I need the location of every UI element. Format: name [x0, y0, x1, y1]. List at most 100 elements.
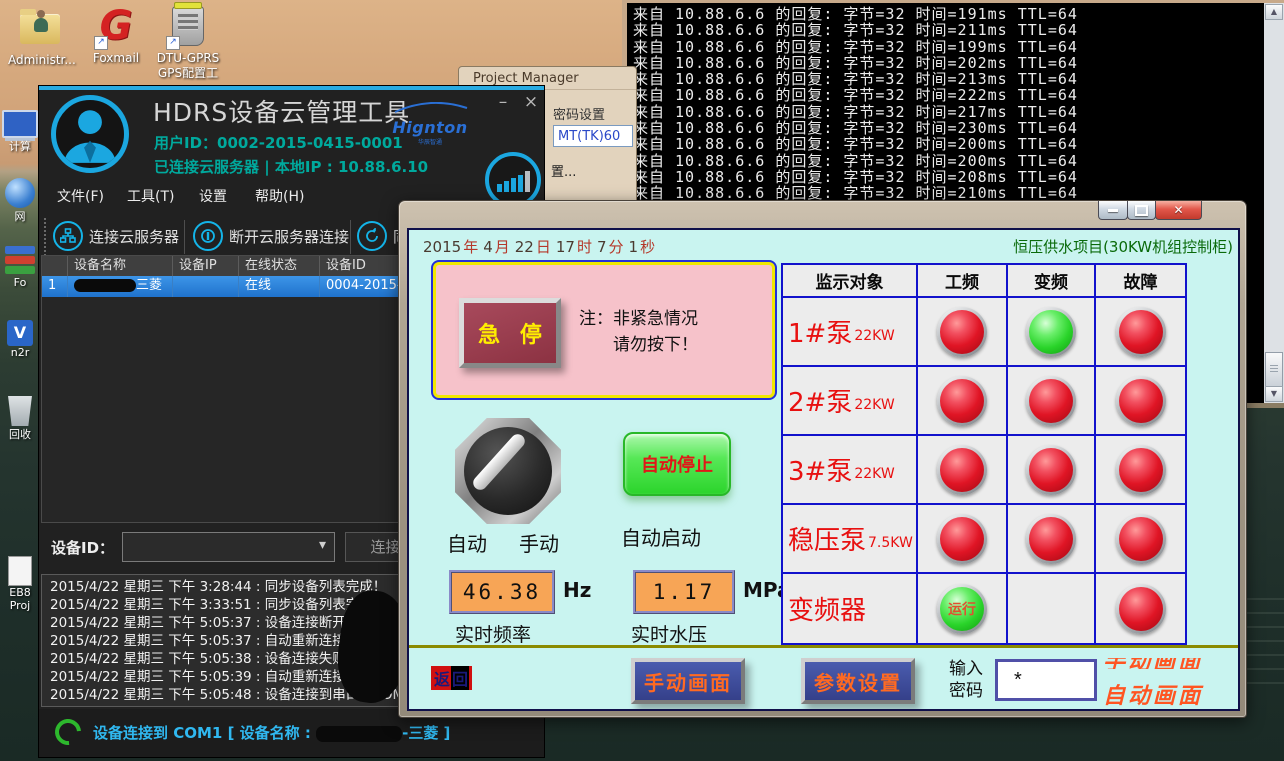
light-label: 运行 [937, 584, 987, 634]
datetime-unit: 月 [495, 238, 510, 256]
monitor-table: 监示对象工频变频故障1#泵22KW2#泵22KW3#泵22KW稳压泵7.5KW变… [781, 263, 1187, 645]
ping-line: 来自 10.88.6.6 的回复: 字节=32 时间=199ms TTL=64 [633, 39, 1078, 55]
scroll-thumb[interactable] [1265, 352, 1283, 388]
desktop-icon-network[interactable]: 网 [2, 178, 38, 224]
monitor-col-header: 故障 [1096, 265, 1185, 298]
disconnect-cloud-button[interactable]: 断开云服务器连接 [193, 217, 349, 255]
menu-tools[interactable]: 工具(T) [127, 186, 174, 206]
console-scrollbar[interactable]: ▲ ▼ [1264, 3, 1284, 403]
ping-line: 来自 10.88.6.6 的回复: 字节=32 时间=200ms TTL=64 [633, 136, 1078, 152]
scroll-up-button[interactable]: ▲ [1265, 4, 1283, 20]
menu-file[interactable]: 文件(F) [57, 186, 104, 206]
desktop-icon-eb8-project[interactable]: EB8 Proj [2, 556, 38, 612]
network-nodes-icon [53, 221, 83, 251]
indicator-cell [1096, 298, 1185, 367]
menu-settings[interactable]: 设置 [199, 186, 227, 206]
desktop-icon-dtu-gprs[interactable]: ↗ DTU-GPRS GPS配置工 [156, 4, 220, 80]
indicator-light-red [937, 445, 987, 495]
indicator-light-red [937, 514, 987, 564]
close-button[interactable]: × [519, 92, 543, 112]
app-title: HDRS设备云管理工具 [153, 93, 410, 129]
pump-row-label: 变频器 [783, 574, 918, 643]
icon-label: DTU-GPRS [156, 52, 220, 65]
indicator-cell [1008, 505, 1096, 574]
parameter-settings-button[interactable]: 参数设置 [801, 658, 915, 704]
ping-line: 来自 10.88.6.6 的回复: 字节=32 时间=200ms TTL=64 [633, 153, 1078, 169]
person-icon [56, 100, 124, 168]
pump-row-label: 1#泵22KW [783, 298, 918, 367]
indicator-light-red [1116, 445, 1166, 495]
desktop-icon-administrator[interactable]: Administr... [8, 6, 72, 67]
connection-spinner-icon [50, 714, 87, 751]
recycle-bin-icon [7, 396, 33, 426]
hmi-close-button[interactable]: ✕ [1155, 201, 1202, 220]
desktop-icon-vmware[interactable]: V n2r [2, 320, 38, 359]
ping-line: 来自 10.88.6.6 的回复: 字节=32 时间=217ms TTL=64 [633, 104, 1078, 120]
indicator-cell [918, 367, 1008, 436]
indicator-cell [918, 505, 1008, 574]
redaction-blob [316, 726, 402, 742]
pressure-display: 1.17 [633, 570, 735, 614]
indicator-light-red [1026, 376, 1076, 426]
ping-line: 来自 10.88.6.6 的回复: 字节=32 时间=202ms TTL=64 [633, 55, 1078, 71]
icon-label-2: GPS配置工 [156, 67, 220, 80]
frequency-unit: Hz [563, 578, 591, 602]
scroll-down-button[interactable]: ▼ [1265, 386, 1283, 402]
minimize-button[interactable]: – [491, 92, 515, 112]
auto-manual-selector-knob[interactable] [455, 418, 561, 524]
ping-line: 来自 10.88.6.6 的回复: 字节=32 时间=213ms TTL=64 [633, 71, 1078, 87]
foxmail-icon: G↗ [92, 4, 140, 50]
selector-label-manual: 手动 [519, 528, 559, 557]
monitor-col-header: 变频 [1008, 265, 1096, 298]
device-id-label: 设备ID： [51, 537, 114, 558]
hmi-minimize-button[interactable] [1098, 201, 1128, 220]
indicator-light-red [1116, 514, 1166, 564]
datetime-unit: 秒 [640, 238, 655, 256]
pm-settings-label: 置... [551, 161, 576, 180]
indicator-light-green: 运行 [937, 584, 987, 634]
device-name-cell: 三菱 [67, 276, 172, 297]
auto-start-label: 自动启动 [621, 522, 701, 551]
hmi-window: ✕ 2015年4月22日17时7分1秒 恒压供水项目(30KW机组控制柜) 急 … [398, 200, 1247, 718]
frequency-label: 实时频率 [455, 620, 531, 647]
menu-help[interactable]: 帮助(H) [255, 186, 304, 206]
user-id-text: 用户ID：0002-2015-0415-0001 [154, 132, 403, 153]
indicator-cell [1096, 436, 1185, 505]
back-button[interactable]: 返回 [431, 666, 472, 690]
hmi-maximize-button[interactable] [1127, 201, 1156, 220]
desktop-icon-archive[interactable]: Fo [2, 246, 38, 289]
col-device-name: 设备名称 [67, 256, 172, 276]
password-input[interactable] [995, 659, 1097, 701]
auto-screen-label: 自动画面 [1103, 678, 1203, 710]
desktop-icon-recycle-bin[interactable]: 回收 [2, 396, 38, 442]
indicator-light-red [937, 376, 987, 426]
datetime-unit: 年 [463, 238, 478, 256]
datetime-unit: 分 [609, 238, 624, 256]
pm-device-field[interactable]: MT(TK)60 [553, 125, 633, 147]
datetime-display: 2015年4月22日17时7分1秒 [423, 236, 660, 257]
ping-line: 来自 10.88.6.6 的回复: 字节=32 时间=208ms TTL=64 [633, 169, 1078, 185]
toolbar-grip [44, 218, 46, 256]
connect-cloud-button[interactable]: 连接云服务器 [53, 217, 179, 255]
server-status-text: 已连接云服务器 | 本地IP : 10.88.6.10 [154, 156, 428, 177]
manual-screen-button[interactable]: 手动画面 [631, 658, 745, 704]
indicator-cell [1008, 367, 1096, 436]
datetime-number: 17 [556, 238, 575, 256]
desktop-icon-foxmail[interactable]: G↗ Foxmail [84, 4, 148, 65]
password-label: 输入密码 [949, 658, 983, 702]
col-device-ip: 设备IP [172, 256, 238, 276]
globe-icon [5, 178, 35, 208]
desktop-icon-computer[interactable]: 计算 [2, 110, 38, 154]
ping-line: 来自 10.88.6.6 的回复: 字节=32 时间=191ms TTL=64 [633, 6, 1078, 22]
indicator-cell [1096, 367, 1185, 436]
ping-line: 来自 10.88.6.6 的回复: 字节=32 时间=222ms TTL=64 [633, 87, 1078, 103]
auto-stop-button[interactable]: 自动停止 [623, 432, 731, 496]
emergency-stop-panel: 急 停 注：非紧急情况 请勿按下！ [431, 260, 777, 400]
indicator-cell [918, 298, 1008, 367]
monitor-icon [2, 110, 38, 138]
indicator-light-red [1116, 376, 1166, 426]
device-id-combobox[interactable] [122, 532, 335, 562]
emergency-stop-button[interactable]: 急 停 [459, 298, 561, 368]
indicator-cell [1096, 574, 1185, 643]
indicator-cell: 运行 [918, 574, 1008, 643]
